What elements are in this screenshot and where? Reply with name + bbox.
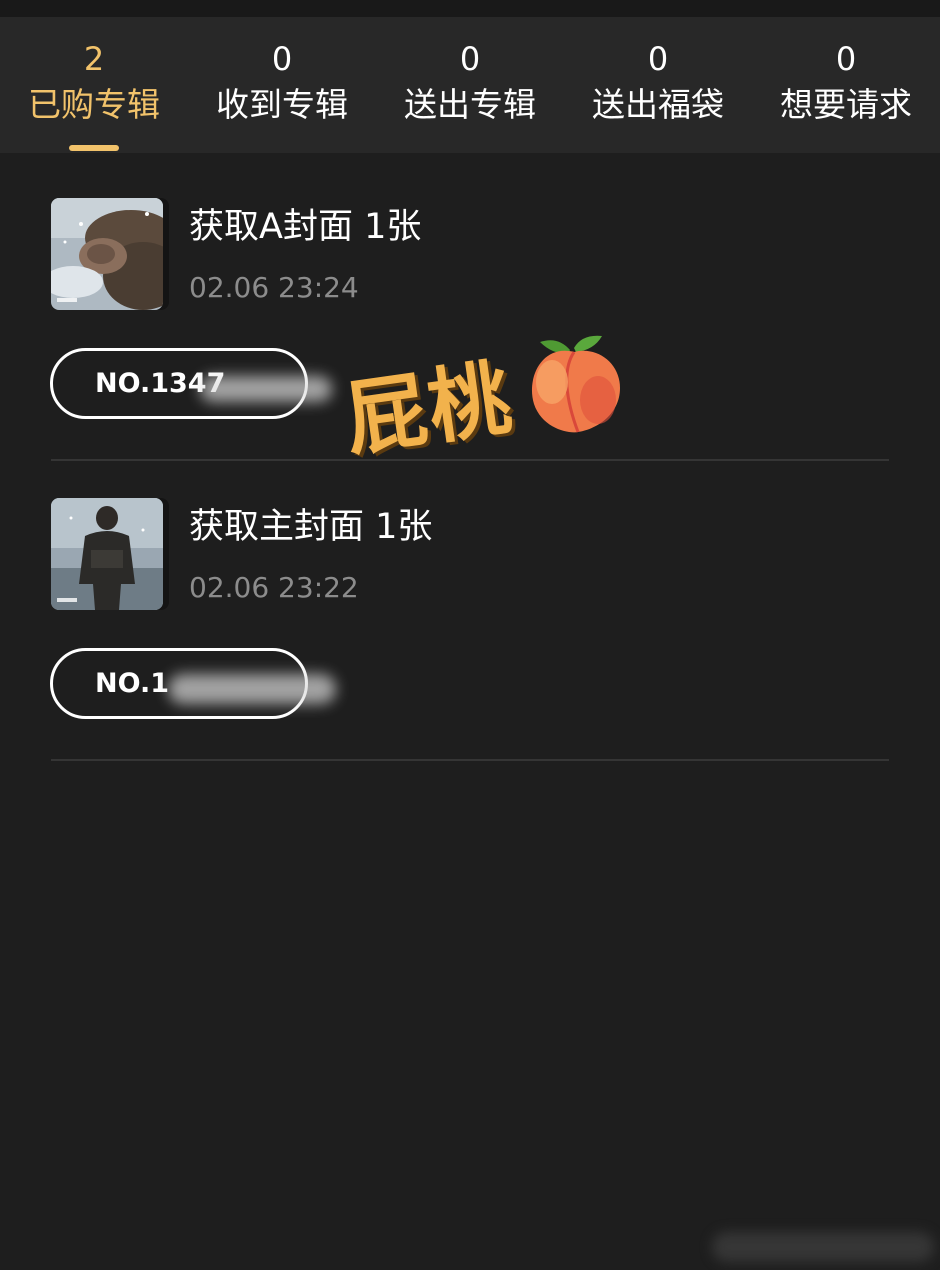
divider: [51, 459, 889, 461]
album-cover-image: [51, 498, 163, 610]
tab-count: 0: [835, 40, 857, 78]
tab-label: 送出福袋: [592, 85, 724, 124]
album-cover-thumbnail[interactable]: [51, 498, 169, 612]
tab-count: 2: [83, 40, 105, 78]
tab-count: 0: [271, 40, 293, 78]
tab-sent-albums[interactable]: 0 送出专辑: [376, 17, 564, 153]
album-cover-image: [51, 198, 163, 310]
tab-label: 送出专辑: [404, 85, 536, 124]
tab-received-albums[interactable]: 0 收到专辑: [188, 17, 376, 153]
divider: [51, 759, 889, 761]
list-item[interactable]: 获取A封面 1张 02.06 23:24 NO.1347: [0, 198, 940, 498]
item-title: 获取主封面 1张: [189, 507, 433, 547]
item-title: 获取A封面 1张: [189, 207, 422, 247]
list-item[interactable]: 获取主封面 1张 02.06 23:22 NO.1: [0, 498, 940, 798]
active-tab-indicator: [69, 145, 119, 151]
tab-label: 已购专辑: [28, 85, 160, 124]
redaction-blur: [200, 376, 332, 402]
tab-wish-requests[interactable]: 0 想要请求: [752, 17, 940, 153]
status-strip: [0, 0, 940, 17]
peach-icon: [522, 330, 626, 438]
tab-sent-lucky-bags[interactable]: 0 送出福袋: [564, 17, 752, 153]
tab-purchased-albums[interactable]: 2 已购专辑: [0, 17, 188, 153]
item-timestamp: 02.06 23:24: [189, 271, 359, 304]
serial-number: NO.1: [95, 668, 169, 699]
tab-label: 想要请求: [780, 85, 912, 124]
tab-count: 0: [459, 40, 481, 78]
tab-bar: 2 已购专辑 0 收到专辑 0 送出专辑 0 送出福袋 0 想要请求: [0, 17, 940, 153]
album-cover-thumbnail[interactable]: [51, 198, 169, 312]
watermark: [712, 1232, 934, 1262]
redaction-blur: [168, 674, 336, 704]
tab-label: 收到专辑: [216, 85, 348, 124]
item-timestamp: 02.06 23:22: [189, 571, 359, 604]
tab-count: 0: [647, 40, 669, 78]
